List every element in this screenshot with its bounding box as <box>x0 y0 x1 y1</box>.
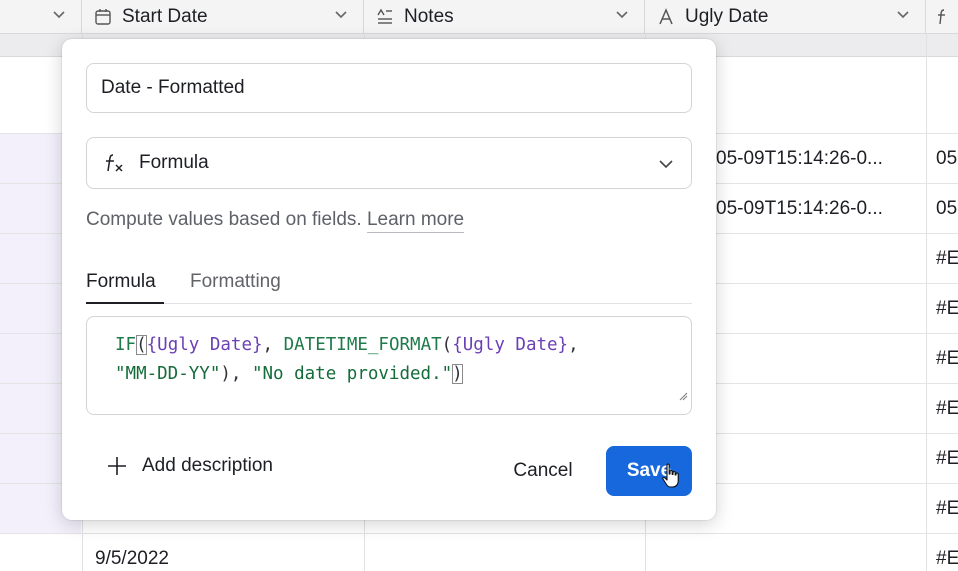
field-type-select[interactable]: Formula <box>86 137 692 189</box>
description-text: Compute values based on fields. <box>86 209 362 230</box>
table-cell[interactable]: #E <box>936 498 958 520</box>
grid-header-start-date[interactable]: Start Date <box>82 0 364 33</box>
table-cell[interactable]: #E <box>936 248 958 270</box>
grid-header-ugly-date[interactable]: Ugly Date <box>645 0 926 33</box>
tab-formatting[interactable]: Formatting <box>190 271 281 293</box>
add-description-label: Add description <box>142 455 273 476</box>
column-name: Notes <box>404 5 454 27</box>
formula-token-paren: ( <box>441 335 453 355</box>
hand-cursor-icon <box>660 463 682 494</box>
column-name: Ugly Date <box>685 5 769 27</box>
table-cell[interactable]: #E <box>936 298 958 320</box>
resize-handle-icon[interactable] <box>678 382 688 411</box>
grid-header-formula-col[interactable] <box>926 0 958 33</box>
column-divider <box>926 34 927 571</box>
formula-token-paren: ), <box>220 364 252 384</box>
formula-token-comma: , <box>262 335 284 355</box>
formula-token-string: "MM-DD-YY" <box>115 364 221 384</box>
chevron-down-icon[interactable] <box>51 6 67 28</box>
table-cell[interactable]: 05 <box>936 198 957 220</box>
table-cell[interactable]: 05-09T15:14:26-0... <box>716 148 883 170</box>
field-type-label: Formula <box>139 152 209 173</box>
grid-header-row: Start Date Notes Ugly Date <box>0 0 958 34</box>
grid-header-notes[interactable]: Notes <box>364 0 645 33</box>
table-cell[interactable]: 05-09T15:14:26-0... <box>716 198 883 220</box>
formula-token-function: IF <box>115 335 137 355</box>
long-text-icon <box>374 6 396 28</box>
table-cell[interactable]: 05 <box>936 148 957 170</box>
formula-token-paren: ( <box>136 335 147 355</box>
field-name-input[interactable] <box>86 63 692 113</box>
plus-icon <box>106 455 128 477</box>
chevron-down-icon[interactable] <box>895 6 911 28</box>
column-name: Start Date <box>122 5 208 27</box>
formula-token-comma: , <box>568 335 579 355</box>
row-divider <box>0 533 958 534</box>
formula-line-1: IF({Ugly Date}, DATETIME_FORMAT({Ugly Da… <box>115 331 691 360</box>
table-cell[interactable]: #E <box>936 548 958 570</box>
table-cell[interactable]: #E <box>936 398 958 420</box>
formula-token-paren: ) <box>452 364 463 384</box>
table-cell[interactable]: #E <box>936 448 958 470</box>
formula-line-2: "MM-DD-YY"), "No date provided.") <box>115 360 691 389</box>
learn-more-link[interactable]: Learn more <box>366 209 465 233</box>
formula-token-field: {Ugly Date} <box>146 335 263 355</box>
calendar-icon <box>92 6 114 28</box>
formula-icon <box>103 152 125 174</box>
table-cell[interactable]: #E <box>936 348 958 370</box>
text-a-icon <box>655 6 677 28</box>
chevron-down-icon[interactable] <box>333 6 349 28</box>
chevron-down-icon[interactable] <box>614 6 630 28</box>
field-type-description: Compute values based on fields. Learn mo… <box>86 209 465 233</box>
field-config-dialog: Formula Compute values based on fields. … <box>62 39 716 520</box>
formula-token-function: DATETIME_FORMAT <box>283 335 442 355</box>
tab-formula[interactable]: Formula <box>86 271 156 293</box>
chevron-down-icon <box>657 154 675 178</box>
formula-icon <box>934 6 956 28</box>
add-description-button[interactable]: Add description <box>106 455 273 477</box>
table-cell-start-date[interactable]: 9/5/2022 <box>95 548 169 570</box>
config-tabs: Formula Formatting <box>86 269 692 304</box>
formula-token-field: {Ugly Date} <box>452 335 569 355</box>
formula-token-string: "No date provided." <box>251 364 453 384</box>
cancel-button[interactable]: Cancel <box>498 446 588 496</box>
active-tab-indicator <box>86 302 164 304</box>
grid-header-primary[interactable] <box>0 0 82 33</box>
formula-editor[interactable]: IF({Ugly Date}, DATETIME_FORMAT({Ugly Da… <box>86 316 692 415</box>
